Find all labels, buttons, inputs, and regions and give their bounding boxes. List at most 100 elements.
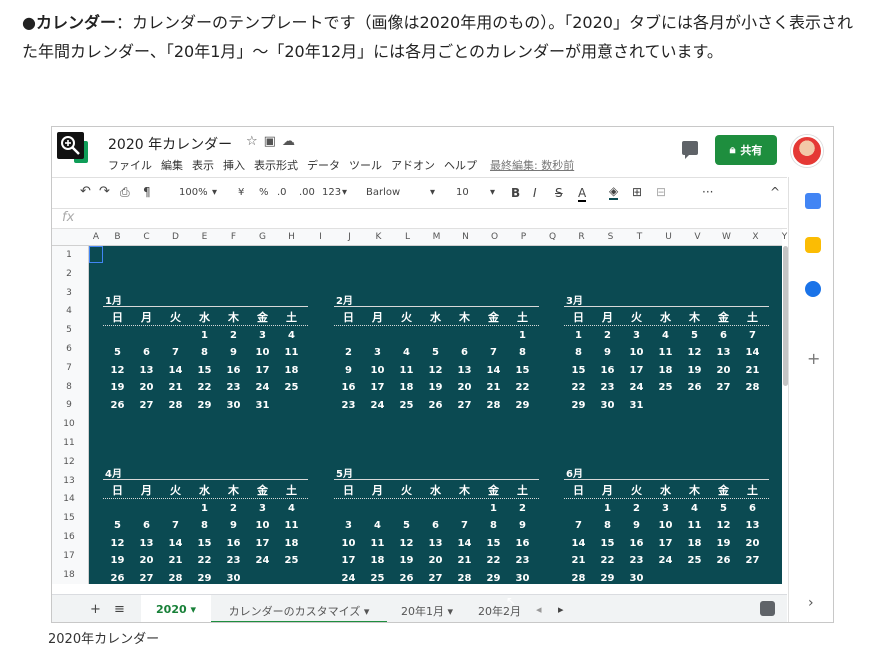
- more-formats-button[interactable]: 123: [322, 187, 341, 198]
- day-cell[interactable]: 8: [508, 347, 537, 358]
- column-header[interactable]: G: [248, 232, 277, 242]
- day-cell[interactable]: 1: [190, 330, 219, 341]
- day-cell[interactable]: 26: [103, 400, 132, 411]
- day-cell[interactable]: 27: [421, 573, 450, 584]
- day-cell[interactable]: 19: [709, 538, 738, 549]
- day-cell[interactable]: 26: [103, 573, 132, 584]
- column-header[interactable]: D: [161, 232, 190, 242]
- row-header[interactable]: 10: [52, 419, 86, 429]
- day-cell[interactable]: 16: [219, 365, 248, 376]
- day-cell[interactable]: 20: [738, 538, 767, 549]
- day-cell[interactable]: 28: [738, 382, 767, 393]
- day-cell[interactable]: 13: [132, 365, 161, 376]
- day-cell[interactable]: 19: [392, 555, 421, 566]
- tab-calendar-customize[interactable]: カレンダーのカスタマイズ ▾: [211, 595, 387, 622]
- day-cell[interactable]: 5: [421, 347, 450, 358]
- day-cell[interactable]: 17: [248, 365, 277, 376]
- day-cell[interactable]: 1: [479, 503, 508, 514]
- day-cell[interactable]: 24: [651, 555, 680, 566]
- day-cell[interactable]: 21: [738, 365, 767, 376]
- day-cell[interactable]: 25: [363, 573, 392, 584]
- day-cell[interactable]: 25: [651, 382, 680, 393]
- column-header[interactable]: R: [567, 232, 596, 242]
- day-cell[interactable]: 15: [479, 538, 508, 549]
- column-header[interactable]: W: [712, 232, 741, 242]
- row-header[interactable]: 13: [52, 476, 86, 486]
- day-cell[interactable]: 24: [622, 382, 651, 393]
- day-cell[interactable]: 2: [622, 503, 651, 514]
- chevron-down-icon[interactable]: ▾: [430, 187, 435, 198]
- day-cell[interactable]: 15: [190, 538, 219, 549]
- day-cell[interactable]: 27: [132, 573, 161, 584]
- day-cell[interactable]: 24: [248, 382, 277, 393]
- day-cell[interactable]: 18: [277, 538, 306, 549]
- column-header[interactable]: K: [364, 232, 393, 242]
- day-cell[interactable]: 12: [421, 365, 450, 376]
- day-cell[interactable]: 10: [363, 365, 392, 376]
- keep-icon[interactable]: [805, 237, 821, 253]
- decrease-decimal-button[interactable]: .0: [277, 187, 287, 198]
- day-cell[interactable]: 6: [421, 520, 450, 531]
- day-cell[interactable]: 19: [103, 382, 132, 393]
- day-cell[interactable]: 28: [564, 573, 593, 584]
- day-cell[interactable]: 9: [219, 347, 248, 358]
- undo-icon[interactable]: ↶: [80, 184, 91, 199]
- column-header[interactable]: I: [306, 232, 335, 242]
- day-cell[interactable]: 5: [680, 330, 709, 341]
- day-cell[interactable]: 6: [132, 520, 161, 531]
- day-cell[interactable]: 3: [248, 330, 277, 341]
- column-header[interactable]: O: [480, 232, 509, 242]
- menu-addons[interactable]: アドオン: [391, 157, 435, 173]
- day-cell[interactable]: 17: [248, 538, 277, 549]
- day-cell[interactable]: 9: [593, 347, 622, 358]
- day-cell[interactable]: 3: [363, 347, 392, 358]
- day-cell[interactable]: 12: [103, 538, 132, 549]
- day-cell[interactable]: 25: [277, 382, 306, 393]
- calendar-icon[interactable]: [805, 193, 821, 209]
- column-header[interactable]: C: [132, 232, 161, 242]
- day-cell[interactable]: 28: [450, 573, 479, 584]
- row-header[interactable]: 1: [52, 250, 86, 260]
- redo-icon[interactable]: ↷: [99, 184, 110, 199]
- day-cell[interactable]: 11: [277, 347, 306, 358]
- day-cell[interactable]: 14: [738, 347, 767, 358]
- share-button[interactable]: 🔒︎ 共有: [715, 135, 777, 165]
- day-cell[interactable]: 6: [738, 503, 767, 514]
- explore-icon[interactable]: [760, 601, 775, 616]
- column-header[interactable]: E: [190, 232, 219, 242]
- day-cell[interactable]: 11: [392, 365, 421, 376]
- day-cell[interactable]: 18: [651, 365, 680, 376]
- day-cell[interactable]: 13: [421, 538, 450, 549]
- day-cell[interactable]: 2: [508, 503, 537, 514]
- day-cell[interactable]: 8: [190, 347, 219, 358]
- day-cell[interactable]: 23: [219, 382, 248, 393]
- day-cell[interactable]: 2: [219, 503, 248, 514]
- increase-decimal-button[interactable]: .00: [299, 187, 315, 198]
- italic-button[interactable]: I: [533, 186, 537, 200]
- formula-bar[interactable]: fx: [52, 209, 787, 229]
- day-cell[interactable]: 30: [622, 573, 651, 584]
- day-cell[interactable]: 9: [508, 520, 537, 531]
- day-cell[interactable]: 19: [680, 365, 709, 376]
- menu-view[interactable]: 表示: [192, 157, 214, 173]
- day-cell[interactable]: 12: [709, 520, 738, 531]
- font-size-select[interactable]: 10: [456, 187, 469, 198]
- column-header[interactable]: Q: [538, 232, 567, 242]
- row-header[interactable]: 2: [52, 269, 86, 279]
- row-header[interactable]: 9: [52, 400, 86, 410]
- more-tools-button[interactable]: ···: [702, 185, 713, 199]
- day-cell[interactable]: 13: [709, 347, 738, 358]
- day-cell[interactable]: 17: [651, 538, 680, 549]
- day-cell[interactable]: 29: [564, 400, 593, 411]
- day-cell[interactable]: 27: [709, 382, 738, 393]
- day-cell[interactable]: 22: [479, 555, 508, 566]
- day-cell[interactable]: 11: [680, 520, 709, 531]
- row-header[interactable]: 16: [52, 532, 86, 542]
- day-cell[interactable]: 20: [709, 365, 738, 376]
- star-icon[interactable]: ☆: [246, 134, 264, 149]
- day-cell[interactable]: 10: [651, 520, 680, 531]
- day-cell[interactable]: 28: [161, 573, 190, 584]
- day-cell[interactable]: 15: [564, 365, 593, 376]
- day-cell[interactable]: 5: [709, 503, 738, 514]
- day-cell[interactable]: 13: [738, 520, 767, 531]
